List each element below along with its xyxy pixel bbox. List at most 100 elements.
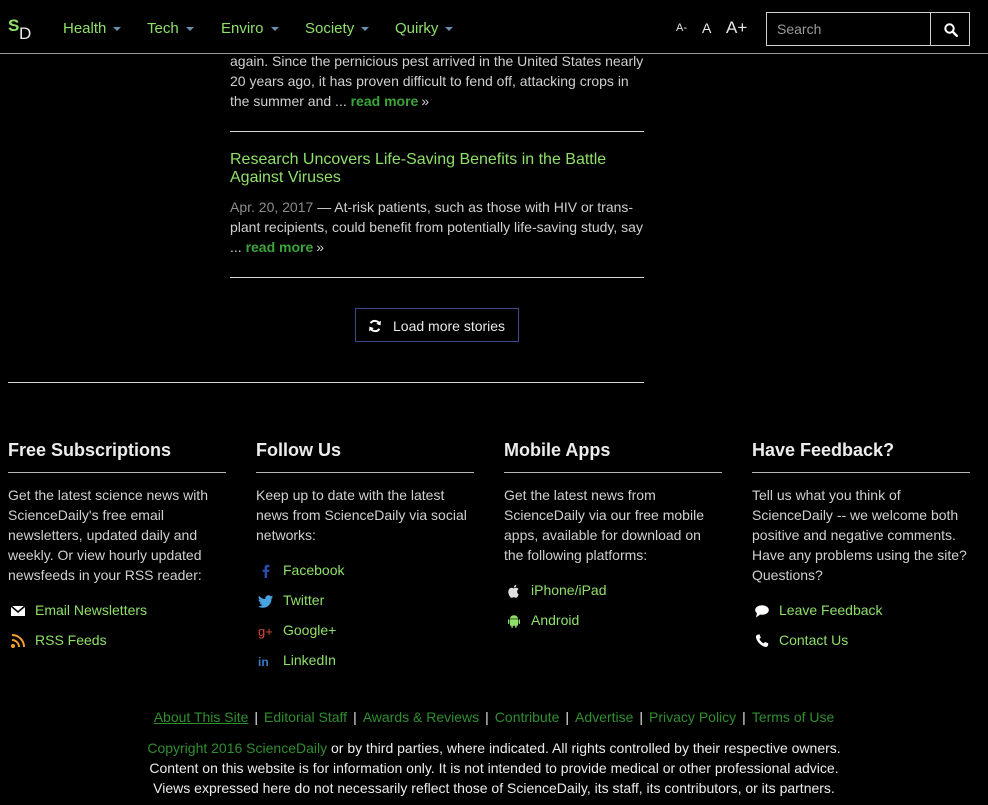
copyright-line: Copyright 2016 ScienceDaily or by third … — [0, 738, 988, 758]
svg-text:g+: g+ — [258, 624, 273, 639]
nav-item-health[interactable]: Health — [63, 20, 122, 37]
nav-item-label: Tech — [147, 20, 179, 37]
nav-item-enviro[interactable]: Enviro — [221, 20, 279, 37]
sciencedaily-logo[interactable]: S D — [8, 16, 34, 44]
link-list: Facebook Twitter g+ Google+ in LinkedIn — [256, 560, 474, 680]
list-item: Leave Feedback — [752, 600, 970, 630]
caret-down-icon — [270, 27, 279, 32]
nav-item-quirky[interactable]: Quirky — [395, 20, 454, 37]
android-icon — [508, 615, 520, 628]
double-chevron-right-icon: » — [421, 93, 430, 109]
column-text: Tell us what you think of ScienceDaily -… — [752, 487, 967, 583]
contribute-link[interactable]: Contribute — [495, 709, 560, 725]
caret-down-icon — [445, 27, 454, 32]
separator: | — [742, 709, 746, 725]
separator: | — [254, 709, 259, 725]
leave-feedback-link[interactable]: Leave Feedback — [779, 602, 883, 618]
nav-item-label: Quirky — [395, 20, 439, 37]
rss-icon — [11, 634, 25, 648]
editorial-staff-link[interactable]: Editorial Staff — [264, 709, 347, 725]
envelope-icon — [10, 605, 26, 616]
read-more-link[interactable]: read more — [351, 93, 419, 109]
column-heading: Follow Us — [256, 440, 474, 473]
list-item: Twitter — [256, 590, 474, 620]
android-link[interactable]: Android — [531, 612, 579, 628]
link-list: Leave Feedback Contact Us — [752, 600, 970, 660]
advertise-link[interactable]: Advertise — [575, 709, 633, 725]
nav-item-tech[interactable]: Tech — [147, 20, 194, 37]
story-divider — [230, 131, 644, 132]
separator: | — [639, 709, 644, 725]
separator: | — [485, 709, 489, 725]
list-item: in LinkedIn — [256, 650, 474, 680]
list-item: g+ Google+ — [256, 620, 474, 650]
font-size-decrease-button[interactable]: A- — [676, 22, 687, 34]
svg-text:in: in — [258, 655, 269, 669]
privacy-policy-link[interactable]: Privacy Policy — [649, 709, 736, 725]
story-title-link[interactable]: Research Uncovers Life-Saving Benefits i… — [230, 151, 644, 187]
linkedin-icon: in — [258, 655, 269, 669]
list-item: Facebook — [256, 560, 474, 590]
footer-column-mobile-apps: Mobile Apps Get the latest news from Sci… — [504, 440, 722, 640]
email-newsletters-link[interactable]: Email Newsletters — [35, 602, 147, 618]
search-input[interactable] — [767, 13, 931, 45]
story-date: Apr. 20, 2017 — [230, 199, 314, 215]
story-summary: Apr. 20, 2017 — At-risk patients, such a… — [230, 197, 644, 257]
views-disclaimer-line: Views expressed here do not necessarily … — [153, 780, 835, 796]
column-text: Keep up to date with the latest news fro… — [256, 487, 467, 543]
double-chevron-right-icon: » — [316, 239, 325, 255]
list-item: Android — [504, 610, 722, 640]
twitter-icon — [258, 595, 273, 608]
awards-reviews-link[interactable]: Awards & Reviews — [363, 709, 479, 725]
copyright-text: or by third parties, where indicated. Al… — [327, 740, 841, 756]
nav-item-label: Society — [305, 20, 355, 37]
read-more-link[interactable]: read more — [246, 239, 314, 255]
copyright-link[interactable]: Copyright 2016 ScienceDaily — [147, 740, 327, 756]
top-navbar: S D Health Tech Enviro Society Quirky A-… — [0, 0, 988, 54]
google-plus-icon: g+ — [258, 624, 273, 639]
facebook-icon — [262, 564, 270, 578]
nav-item-society[interactable]: Society — [305, 20, 370, 37]
story-divider — [230, 277, 644, 278]
logo-letter-d: D — [19, 24, 32, 43]
facebook-link[interactable]: Facebook — [283, 562, 344, 578]
footer-column-follow-us: Follow Us Keep up to date with the lates… — [256, 440, 474, 680]
font-size-increase-button[interactable]: A+ — [726, 18, 747, 38]
about-this-site-link[interactable]: About This Site — [154, 709, 249, 725]
column-text: Get the latest news from ScienceDaily vi… — [504, 487, 704, 563]
caret-down-icon — [113, 27, 122, 32]
section-divider — [8, 382, 644, 383]
load-more-stories-button[interactable]: Load more stories — [355, 308, 519, 342]
contact-us-link[interactable]: Contact Us — [779, 632, 848, 648]
google-plus-link[interactable]: Google+ — [283, 622, 336, 638]
iphone-ipad-link[interactable]: iPhone/iPad — [531, 582, 607, 598]
link-list: Email Newsletters RSS Feeds — [8, 600, 226, 660]
list-item: iPhone/iPad — [504, 580, 722, 610]
linkedin-link[interactable]: LinkedIn — [283, 652, 336, 668]
column-text: Get the latest science news with Science… — [8, 487, 208, 583]
caret-down-icon — [185, 27, 194, 32]
twitter-link[interactable]: Twitter — [283, 592, 324, 608]
search-icon — [944, 23, 958, 37]
search-button[interactable] — [930, 12, 970, 46]
font-size-normal-button[interactable]: A — [702, 20, 711, 36]
refresh-icon — [369, 319, 381, 333]
link-list: iPhone/iPad Android — [504, 580, 722, 640]
column-heading: Free Subscriptions — [8, 440, 226, 473]
footer-column-subscriptions: Free Subscriptions Get the latest scienc… — [8, 440, 226, 660]
rss-feeds-link[interactable]: RSS Feeds — [35, 632, 107, 648]
terms-of-use-link[interactable]: Terms of Use — [752, 709, 834, 725]
list-item: Contact Us — [752, 630, 970, 660]
column-heading: Have Feedback? — [752, 440, 970, 473]
comment-icon — [755, 605, 769, 618]
list-item: Email Newsletters — [8, 600, 226, 630]
separator: | — [353, 709, 357, 725]
caret-down-icon — [361, 27, 370, 32]
footer-links: About This Site | Editorial Staff | Awards &… — [0, 709, 988, 725]
story-summary: again. Since the pernicious pest arrived… — [230, 51, 644, 111]
search-box — [766, 12, 932, 46]
separator: | — [565, 709, 570, 725]
list-item: RSS Feeds — [8, 630, 226, 660]
footer-column-feedback: Have Feedback? Tell us what you think of… — [752, 440, 970, 660]
load-more-label: Load more stories — [393, 318, 506, 334]
